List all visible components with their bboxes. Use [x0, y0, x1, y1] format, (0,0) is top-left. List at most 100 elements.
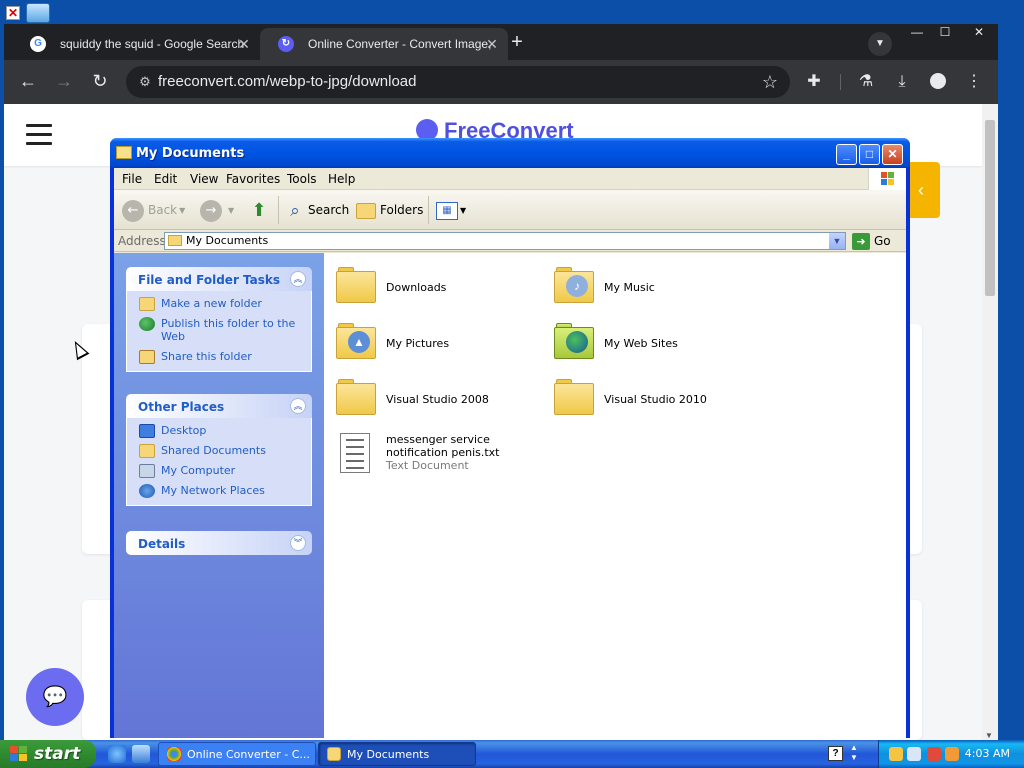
show-desktop-icon[interactable]: [132, 745, 150, 763]
scroll-down-arrow-icon[interactable]: ▼: [985, 731, 993, 740]
browser-toolbar: ← → ↻ ⚙ freeconvert.com/webp-to-jpg/down…: [4, 60, 998, 104]
task-share-folder[interactable]: Share this folder: [127, 350, 311, 364]
tab-search-button[interactable]: ▼: [868, 32, 892, 56]
menu-file[interactable]: File: [122, 168, 142, 190]
forward-button[interactable]: → ▼: [200, 198, 234, 222]
new-tab-button[interactable]: +: [506, 32, 528, 54]
go-arrow-icon: ➜: [852, 233, 870, 250]
chrome-menu-icon[interactable]: ⋮: [962, 70, 986, 94]
close-window-button[interactable]: ✕: [960, 24, 998, 42]
file-folder-tasks-panel: File and Folder Tasks ︽ Make a new folde…: [126, 267, 312, 372]
file-item-text-document[interactable]: messenger service notification penis.txt…: [330, 429, 540, 489]
chat-support-button[interactable]: 💬: [26, 668, 84, 726]
address-bar[interactable]: ⚙ freeconvert.com/webp-to-jpg/download ☆: [126, 66, 790, 98]
back-button[interactable]: ← Back ▼: [122, 198, 185, 222]
share-folder-icon: [139, 350, 155, 364]
bookmark-star-icon[interactable]: ☆: [762, 71, 778, 93]
close-button[interactable]: ✕: [882, 144, 903, 165]
back-button[interactable]: ←: [16, 70, 40, 94]
expand-chevron-icon[interactable]: ︾: [290, 535, 306, 551]
help-icon[interactable]: ?: [828, 746, 843, 761]
menu-edit[interactable]: Edit: [154, 168, 177, 190]
taskbar-item-chrome[interactable]: Online Converter - C...: [158, 742, 316, 766]
folder-icon: [139, 444, 155, 458]
menu-view[interactable]: View: [190, 168, 218, 190]
network-error-icon[interactable]: [927, 747, 941, 761]
search-button[interactable]: ⌕ Search: [284, 198, 349, 222]
folder-icon: [336, 377, 378, 415]
tab-close-icon[interactable]: ✕: [236, 28, 252, 60]
task-publish-folder[interactable]: Publish this folder to the Web: [127, 317, 311, 343]
up-folder-button[interactable]: ⬆: [248, 198, 270, 222]
start-button[interactable]: start: [0, 740, 96, 768]
collapse-chevron-icon[interactable]: ︽: [290, 271, 306, 287]
maximize-button[interactable]: ☐: [930, 24, 960, 42]
details-panel: Details ︾: [126, 531, 312, 555]
go-button[interactable]: ➜ Go: [852, 232, 891, 250]
place-my-computer[interactable]: My Computer: [127, 464, 311, 478]
address-value[interactable]: My Documents: [186, 233, 268, 249]
minimize-button[interactable]: _: [836, 144, 857, 165]
tab-online-converter[interactable]: ↻ Online Converter - Convert Image, ✕: [260, 28, 508, 60]
file-item-my-web-sites[interactable]: My Web Sites: [548, 317, 758, 369]
folder-icon: [116, 146, 132, 159]
file-item-my-music[interactable]: ♪ My Music: [548, 261, 758, 313]
site-info-icon[interactable]: ⚙: [136, 73, 154, 91]
tab-google-search[interactable]: G squiddy the squid - Google Search ✕: [12, 28, 260, 60]
hamburger-menu-icon[interactable]: [26, 124, 52, 145]
panel-header[interactable]: Other Places ︽: [126, 394, 312, 418]
profile-avatar-icon[interactable]: [926, 70, 950, 94]
task-make-new-folder[interactable]: Make a new folder: [127, 297, 311, 311]
maximize-button[interactable]: □: [859, 144, 880, 165]
network-icon[interactable]: [907, 747, 921, 761]
task-label: Share this folder: [161, 350, 252, 363]
panel-title: File and Folder Tasks: [138, 273, 281, 287]
network-places-icon: [139, 484, 155, 498]
panel-title: Other Places: [138, 400, 225, 414]
explorer-title-bar[interactable]: My Documents _ □ ✕: [110, 138, 910, 168]
menu-favorites[interactable]: Favorites: [226, 168, 280, 190]
panel-header[interactable]: File and Folder Tasks ︽: [126, 267, 312, 291]
file-item-my-pictures[interactable]: ▲ My Pictures: [330, 317, 540, 369]
dropdown-arrow-icon: ▼: [228, 205, 235, 215]
page-scrollbar[interactable]: ▼: [982, 104, 998, 742]
place-label: My Computer: [161, 464, 236, 477]
file-item-visual-studio-2010[interactable]: Visual Studio 2010: [548, 373, 758, 425]
taskbar-item-my-documents[interactable]: My Documents: [318, 742, 476, 766]
reload-button[interactable]: ↻: [88, 70, 112, 94]
address-field[interactable]: My Documents ▼: [164, 232, 846, 250]
place-desktop[interactable]: Desktop: [127, 424, 311, 438]
chrome-icon: [167, 747, 181, 761]
tab-strip: G squiddy the squid - Google Search ✕ ↻ …: [4, 24, 998, 60]
menu-help[interactable]: Help: [328, 168, 355, 190]
menu-tools[interactable]: Tools: [287, 168, 317, 190]
views-button[interactable]: ▦ ▼: [436, 198, 466, 222]
file-type: Text Document: [386, 459, 469, 472]
labs-flask-icon[interactable]: ⚗: [854, 70, 878, 94]
internet-explorer-icon[interactable]: [108, 745, 126, 763]
desktop-corner: ✕: [0, 0, 60, 24]
file-item-visual-studio-2008[interactable]: Visual Studio 2008: [330, 373, 540, 425]
collapse-chevron-icon[interactable]: ︽: [290, 398, 306, 414]
url-text[interactable]: freeconvert.com/webp-to-jpg/download: [158, 66, 416, 98]
minimize-button[interactable]: —: [902, 24, 932, 42]
address-dropdown-icon[interactable]: ▼: [829, 233, 845, 249]
panel-header[interactable]: Details ︾: [126, 531, 312, 555]
tab-close-icon[interactable]: ✕: [484, 28, 500, 60]
scrollbar-thumb[interactable]: [985, 120, 995, 296]
place-shared-documents[interactable]: Shared Documents: [127, 444, 311, 458]
folders-button[interactable]: Folders: [356, 198, 423, 222]
text-document-icon: [336, 433, 378, 473]
search-tray-icon[interactable]: [945, 747, 959, 761]
forward-button[interactable]: →: [52, 70, 76, 94]
extensions-icon[interactable]: ✚: [802, 70, 826, 94]
security-shield-icon[interactable]: [889, 747, 903, 761]
place-my-network-places[interactable]: My Network Places: [127, 484, 311, 498]
desktop-shortcut-icon[interactable]: [26, 3, 50, 23]
language-bar-arrows-icon[interactable]: ▲ ▼: [850, 743, 858, 763]
download-icon[interactable]: ⤓: [890, 70, 914, 94]
close-icon[interactable]: ✕: [6, 6, 20, 20]
folders-icon: [356, 202, 376, 219]
file-item-downloads[interactable]: Downloads: [330, 261, 540, 313]
views-icon: ▦: [436, 201, 458, 220]
